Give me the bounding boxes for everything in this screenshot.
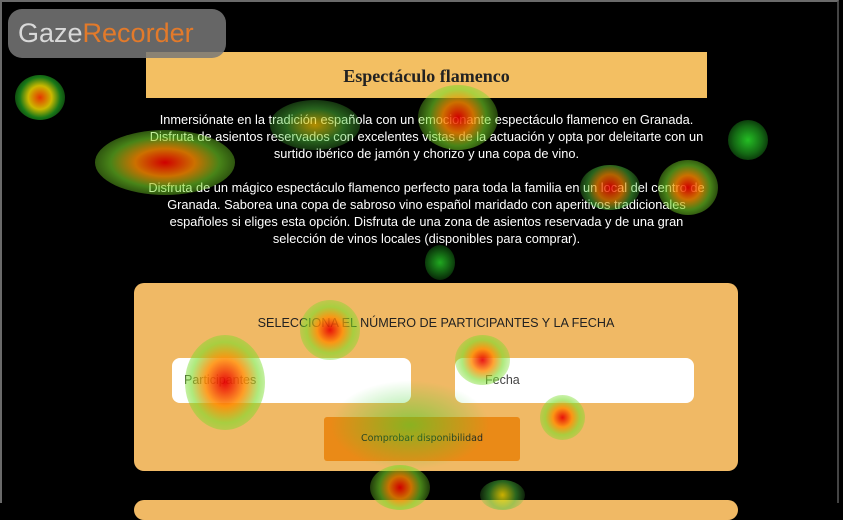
date-field[interactable]: Fecha: [455, 358, 694, 403]
gazerecorder-logo: GazeRecorder: [8, 9, 226, 58]
description-paragraph-1: Inmersiónate en la tradición española co…: [149, 112, 704, 161]
page-title: Espectáculo flamenco: [146, 52, 707, 98]
participants-field[interactable]: Participantes: [172, 358, 411, 403]
next-card: [134, 500, 738, 520]
description-paragraph-2: Disfruta de un mágico espectáculo flamen…: [148, 180, 705, 246]
booking-heading: SELECCIONA EL NÚMERO DE PARTICIPANTES Y …: [257, 316, 615, 330]
check-availability-button[interactable]: Comprobar disponibilidad: [324, 417, 520, 461]
booking-card: SELECCIONA EL NÚMERO DE PARTICIPANTES Y …: [134, 283, 738, 471]
description: Inmersiónate en la tradición española co…: [146, 111, 707, 264]
